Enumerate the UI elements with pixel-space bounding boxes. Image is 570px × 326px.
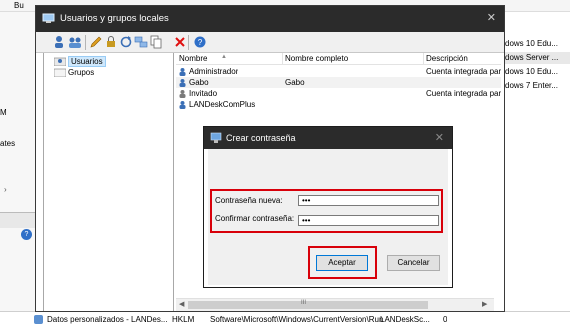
accept-button[interactable]: Aceptar bbox=[316, 255, 368, 271]
description-cell: Cuenta integrada para bbox=[426, 67, 501, 76]
background-divider bbox=[0, 212, 36, 228]
description-cell: Cuenta integrada para bbox=[426, 89, 501, 98]
background-bottom-row[interactable]: Datos personalizados - LANDes... HKLM So… bbox=[0, 311, 570, 326]
dialog-body: Contraseña nueva: ••• Confirmar contrase… bbox=[208, 149, 448, 285]
column-header-fullname[interactable]: Nombre completo bbox=[285, 54, 348, 63]
dialog-titlebar[interactable]: Crear contraseña ✕ bbox=[204, 127, 452, 149]
user-name-cell: Administrador bbox=[178, 66, 238, 77]
add-user-icon[interactable] bbox=[52, 35, 67, 50]
scroll-thumb[interactable]: III bbox=[188, 300, 428, 309]
tree-panel: Usuarios Grupos bbox=[43, 53, 174, 311]
user-icon bbox=[178, 100, 187, 110]
row-path: Software\Microsoft\Windows\CurrentVersio… bbox=[210, 315, 384, 324]
new-password-label: Contraseña nueva: bbox=[215, 196, 283, 205]
user-icon bbox=[178, 89, 187, 99]
cancel-button[interactable]: Cancelar bbox=[387, 255, 440, 271]
close-icon[interactable]: ✕ bbox=[435, 131, 444, 144]
background-left-panel: M ates itoriz › ? bbox=[0, 12, 36, 326]
filter-label: Bu bbox=[14, 1, 24, 10]
tree-item-label: Usuarios bbox=[68, 56, 106, 67]
computer-icon bbox=[42, 13, 55, 24]
lock-icon[interactable] bbox=[103, 35, 118, 50]
row-number: 0 bbox=[443, 315, 448, 324]
folder-icon bbox=[53, 68, 67, 78]
user-name: Gabo bbox=[189, 78, 209, 87]
copy-icon[interactable] bbox=[148, 35, 163, 50]
table-row[interactable]: Invitado Cuenta integrada para bbox=[176, 88, 501, 99]
row-hive: HKLM bbox=[172, 315, 195, 324]
column-divider[interactable] bbox=[282, 53, 283, 65]
folder-icon bbox=[53, 57, 67, 67]
create-password-dialog: Crear contraseña ✕ Contraseña nueva: •••… bbox=[203, 126, 453, 288]
sort-up-icon: ▲ bbox=[221, 54, 227, 60]
full-name-cell: Gabo bbox=[285, 78, 305, 87]
user-icon bbox=[178, 78, 187, 88]
registry-icon bbox=[34, 315, 43, 324]
row-value: LANDeskSc... bbox=[380, 315, 430, 324]
list-item[interactable]: dows 7 Enter... bbox=[505, 80, 570, 92]
table-row[interactable]: Gabo Gabo bbox=[176, 77, 501, 88]
scroll-grip: III bbox=[301, 300, 307, 306]
add-group-icon[interactable] bbox=[67, 35, 82, 50]
scroll-left-icon[interactable]: ◀ bbox=[179, 300, 184, 308]
svg-text:?: ? bbox=[197, 38, 202, 47]
user-name: Invitado bbox=[189, 89, 218, 98]
list-item[interactable]: dows 10 Edu... bbox=[505, 66, 570, 78]
edit-icon[interactable] bbox=[88, 35, 103, 50]
close-icon[interactable]: ✕ bbox=[487, 11, 496, 24]
list-item[interactable]: dows Server ... bbox=[505, 52, 570, 64]
tree-item-users[interactable]: Usuarios bbox=[53, 56, 106, 67]
list-item[interactable]: dows 10 Edu... bbox=[505, 38, 570, 50]
column-header-name[interactable]: Nombre bbox=[179, 54, 207, 63]
list-header: Nombre ▲ Nombre completo Descripción bbox=[176, 53, 501, 65]
delete-icon[interactable] bbox=[172, 35, 187, 50]
column-divider[interactable] bbox=[423, 53, 424, 65]
chevron-right-icon[interactable]: › bbox=[4, 185, 7, 194]
tree-item-label: Grupos bbox=[68, 68, 95, 77]
network-icon[interactable] bbox=[133, 35, 148, 50]
help-icon[interactable]: ? bbox=[192, 35, 207, 50]
row-name: Datos personalizados - LANDes... bbox=[47, 315, 168, 324]
toolbar: ? bbox=[36, 32, 504, 53]
user-name: Administrador bbox=[189, 67, 239, 76]
confirm-password-label: Confirmar contraseña: bbox=[215, 214, 295, 223]
user-key-icon bbox=[210, 132, 222, 144]
toolbar-separator bbox=[188, 35, 189, 50]
user-name-cell: Gabo bbox=[178, 77, 209, 88]
table-row[interactable]: LANDeskComPlus bbox=[176, 99, 501, 110]
scroll-right-icon[interactable]: ▶ bbox=[482, 300, 487, 308]
user-icon bbox=[178, 67, 187, 77]
user-name: LANDeskComPlus bbox=[189, 100, 256, 109]
help-icon[interactable]: ? bbox=[21, 229, 32, 240]
table-row[interactable]: Administrador Cuenta integrada para bbox=[176, 66, 501, 77]
user-name-cell: Invitado bbox=[178, 88, 217, 99]
toolbar-separator bbox=[85, 35, 86, 50]
window-titlebar[interactable]: Usuarios y grupos locales ✕ bbox=[36, 6, 504, 32]
left-label: M bbox=[0, 108, 7, 117]
window-title: Usuarios y grupos locales bbox=[60, 13, 169, 24]
dialog-title: Crear contraseña bbox=[226, 133, 296, 143]
confirm-password-field[interactable]: ••• bbox=[298, 215, 439, 226]
background-right-list: dows 10 Edu... dows Server ... dows 10 E… bbox=[503, 12, 570, 312]
horizontal-scrollbar[interactable]: ◀ III ▶ bbox=[176, 298, 494, 311]
tree-item-groups[interactable]: Grupos bbox=[53, 67, 95, 78]
left-label: ates bbox=[0, 139, 16, 148]
refresh-icon[interactable] bbox=[118, 35, 133, 50]
user-name-cell: LANDeskComPlus bbox=[178, 99, 255, 110]
column-header-description[interactable]: Descripción bbox=[426, 54, 468, 63]
new-password-field[interactable]: ••• bbox=[298, 195, 439, 206]
